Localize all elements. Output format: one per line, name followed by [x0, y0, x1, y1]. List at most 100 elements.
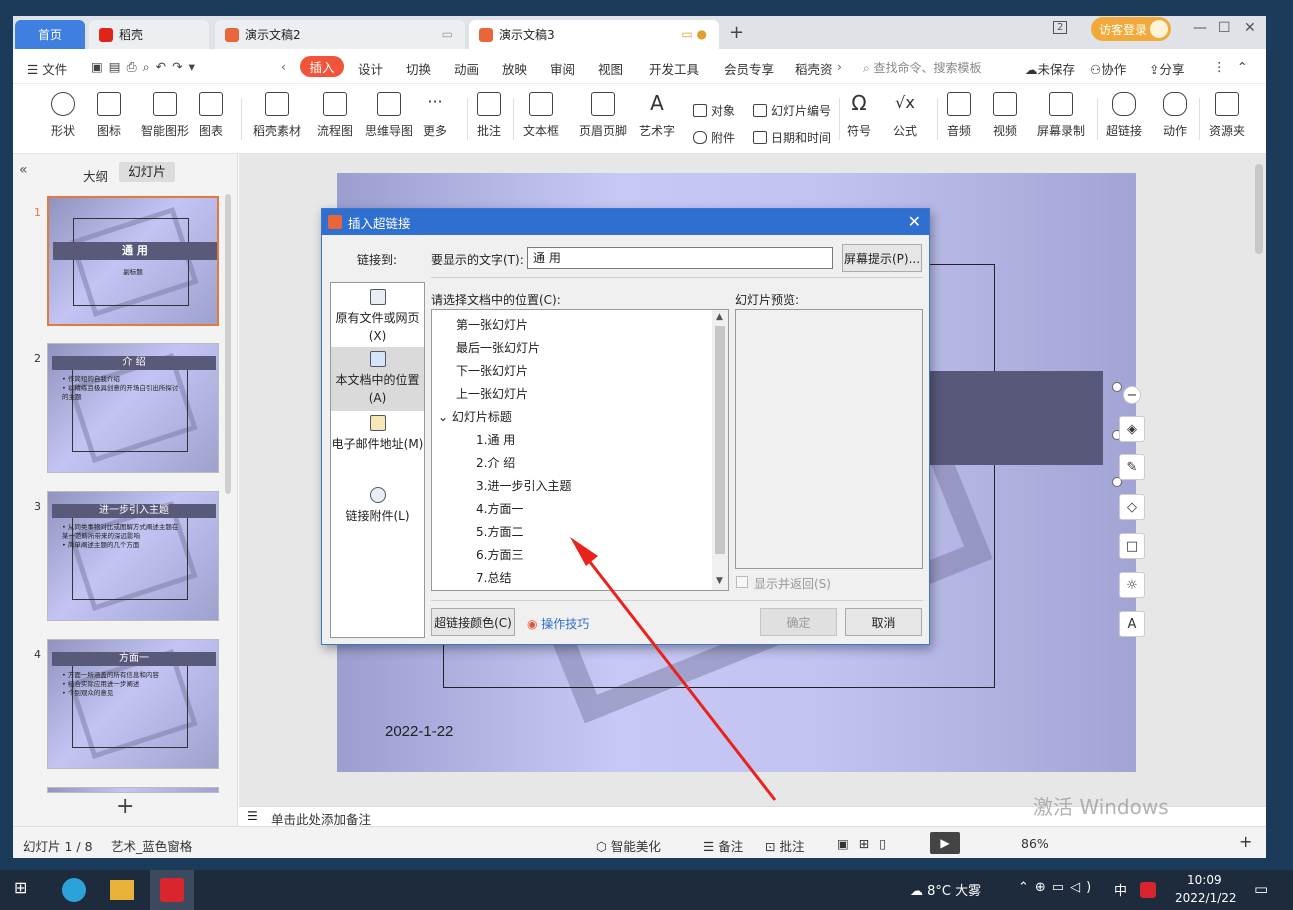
text-format-icon[interactable]: A — [1119, 611, 1145, 637]
login-button[interactable]: 访客登录 — [1091, 17, 1171, 41]
wordart-button[interactable]: A 艺术字 — [639, 92, 675, 139]
hyperlink-color-button[interactable]: 超链接颜色(C) — [431, 608, 515, 636]
file-menu[interactable]: ☰ 文件 — [27, 59, 67, 78]
textbox-button[interactable]: 文本框 — [523, 92, 559, 139]
scroll-up-icon[interactable]: ▲ — [716, 312, 723, 322]
border-icon[interactable]: □ — [1119, 533, 1145, 559]
fill-icon[interactable]: ◇ — [1119, 494, 1145, 520]
ime-indicator[interactable]: 中 — [1114, 880, 1127, 899]
display-text-input[interactable]: 通 用 — [527, 247, 833, 269]
linkto-attachment[interactable]: 链接附件(L) — [331, 487, 424, 527]
dialog-titlebar[interactable]: 插入超链接 ✕ — [322, 209, 929, 235]
collab-button[interactable]: ⚇协作 — [1090, 59, 1126, 78]
tab-slides[interactable]: 幻灯片 — [119, 162, 175, 182]
tips-link[interactable]: ◉ 操作技巧 — [527, 615, 589, 632]
edge-icon[interactable] — [62, 878, 86, 902]
location-slide-2[interactable]: 2.介 绍 — [476, 454, 515, 471]
object-button[interactable]: 对象 — [693, 102, 735, 119]
datetime-button[interactable]: 日期和时间 — [753, 129, 831, 146]
new-tab-button[interactable]: + — [729, 22, 744, 43]
location-slide-6[interactable]: 6.方面三 — [476, 546, 523, 563]
location-slide-7[interactable]: 7.总结 — [476, 569, 511, 586]
location-slide-5[interactable]: 5.方面二 — [476, 523, 523, 540]
unsaved-button[interactable]: ☁未保存 — [1025, 59, 1075, 78]
window-count-icon[interactable]: 2 — [1053, 21, 1068, 34]
mindmap-button[interactable]: 思维导图 — [365, 92, 413, 139]
tab-doc3[interactable]: 演示文稿3 ▭ ● — [469, 20, 719, 49]
slide-thumbnail-1[interactable]: 通 用 副标题 — [47, 196, 219, 326]
chevron-left-icon[interactable]: ‹ — [281, 59, 286, 74]
sogou-icon[interactable] — [1140, 882, 1156, 898]
quick-access-icons[interactable]: ▣▤⎙⌕↶↷▾ — [91, 59, 201, 75]
location-slide-3[interactable]: 3.进一步引入主题 — [476, 477, 571, 494]
weather-widget[interactable]: ☁ 8°C 大雾 — [910, 880, 981, 899]
more-menu-icon[interactable]: ⋮ — [1213, 59, 1226, 74]
location-scrollbar[interactable]: ▲ ▼ — [712, 310, 728, 590]
comment-button[interactable]: 批注 — [477, 92, 501, 139]
minus-icon[interactable]: − — [1123, 386, 1141, 404]
menu-developer[interactable]: 开发工具 — [649, 59, 699, 78]
scroll-down-icon[interactable]: ▼ — [716, 576, 723, 586]
brush-icon[interactable]: ✎ — [1119, 454, 1145, 480]
symbol-button[interactable]: Ω 符号 — [847, 92, 871, 139]
zoom-in-icon[interactable]: + — [1239, 832, 1252, 851]
location-slide-titles[interactable]: ⌄ 幻灯片标题 — [438, 408, 512, 425]
notification-icon[interactable]: ▭ — [1254, 880, 1268, 898]
location-next-slide[interactable]: 下一张幻灯片 — [456, 362, 528, 379]
show-return-checkbox[interactable] — [736, 576, 748, 588]
screen-record-button[interactable]: 屏幕录制 — [1037, 92, 1085, 139]
slide-number-button[interactable]: 幻灯片编号 — [753, 102, 831, 119]
slide-thumbnail-2[interactable]: 介 绍 • 作简短的自我介绍 • 以精练且极具创意的开场白引出所探讨 的主题 — [47, 343, 219, 473]
minimize-icon[interactable]: — — [1193, 20, 1207, 36]
slide-thumbnail-5[interactable] — [47, 787, 219, 793]
header-footer-button[interactable]: 页眉页脚 — [579, 92, 627, 139]
menu-insert[interactable]: 插入 — [300, 56, 344, 77]
location-last-slide[interactable]: 最后一张幻灯片 — [456, 339, 540, 356]
wps-taskbar-button[interactable] — [150, 870, 194, 910]
shape-button[interactable]: 形状 — [51, 92, 75, 139]
video-button[interactable]: 视频 — [993, 92, 1017, 139]
linkto-file-web[interactable]: 原有文件或网页(X) — [331, 289, 424, 347]
menu-member[interactable]: 会员专享 — [724, 59, 774, 78]
collapse-panel-icon[interactable]: « — [19, 162, 28, 178]
formula-button[interactable]: √x 公式 — [893, 92, 917, 139]
linkto-this-document[interactable]: 本文档中的位置(A) — [331, 347, 424, 411]
slide-date[interactable]: 2022-1-22 — [385, 723, 453, 740]
play-slideshow-button[interactable]: ▶ — [930, 832, 960, 854]
scroll-thumb[interactable] — [715, 326, 725, 554]
panel-scrollbar[interactable] — [225, 194, 231, 494]
chart-button[interactable]: 图表 — [199, 92, 223, 139]
title-shape-selected[interactable] — [927, 371, 1103, 465]
action-button[interactable]: 动作 — [1163, 92, 1187, 139]
theme-name[interactable]: 艺术_蓝色窗格 — [111, 836, 192, 855]
more-button[interactable]: ··· 更多 — [423, 92, 447, 139]
beautify-button[interactable]: ⬡ 智能美化 — [596, 836, 661, 855]
view-mode-icons[interactable]: ▣⊞▯ — [837, 836, 896, 851]
comment-toggle[interactable]: ⊡ 批注 — [765, 836, 804, 855]
menu-review[interactable]: 审阅 — [550, 59, 575, 78]
menu-transition[interactable]: 切换 — [406, 59, 431, 78]
tab-doc2[interactable]: 演示文稿2 ▭ — [215, 20, 465, 49]
menu-animation[interactable]: 动画 — [454, 59, 479, 78]
location-first-slide[interactable]: 第一张幻灯片 — [456, 316, 528, 333]
zoom-level[interactable]: 86% — [1021, 836, 1049, 851]
daoke-material-button[interactable]: 稻壳素材 — [253, 92, 301, 139]
icon-button[interactable]: 图标 — [97, 92, 121, 139]
folder-icon[interactable] — [110, 880, 134, 900]
tab-daoke[interactable]: 稻壳 — [89, 20, 209, 49]
menu-design[interactable]: 设计 — [358, 59, 383, 78]
clock-date[interactable]: 2022/1/22 — [1175, 891, 1237, 905]
audio-button[interactable]: 音频 — [947, 92, 971, 139]
tab-home[interactable]: 首页 — [15, 20, 85, 49]
resize-handle[interactable] — [1112, 382, 1122, 392]
location-prev-slide[interactable]: 上一张幻灯片 — [456, 385, 528, 402]
hyperlink-button[interactable]: 超链接 — [1106, 92, 1142, 139]
chevron-right-icon[interactable]: › — [837, 59, 842, 74]
menu-slideshow[interactable]: 放映 — [502, 59, 527, 78]
cancel-button[interactable]: 取消 — [845, 608, 922, 636]
screentip-button[interactable]: 屏幕提示(P)... — [842, 244, 922, 272]
menu-view[interactable]: 视图 — [598, 59, 623, 78]
dialog-close-icon[interactable]: ✕ — [908, 212, 921, 231]
notes-toggle[interactable]: ☰ 备注 — [703, 836, 743, 855]
share-button[interactable]: ⇪分享 — [1149, 59, 1185, 78]
